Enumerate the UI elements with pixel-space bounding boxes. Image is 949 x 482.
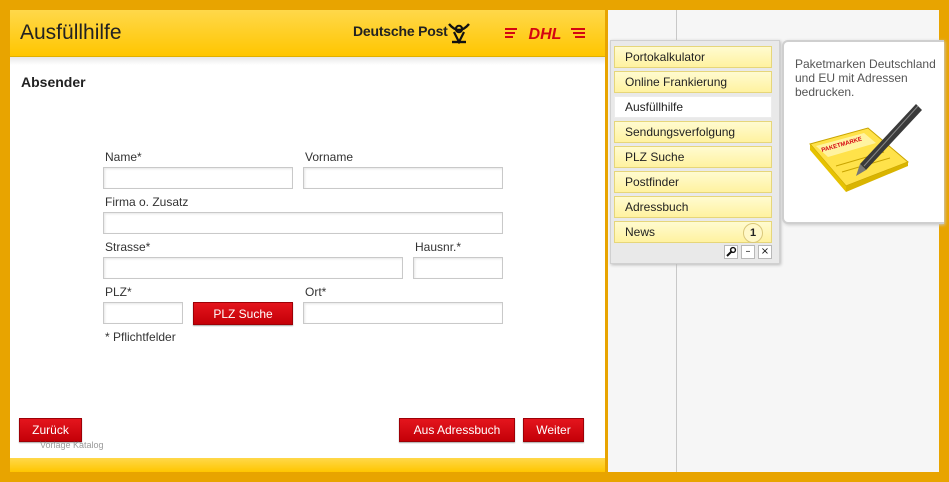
menu-item-sendungsverfolgung[interactable]: Sendungsverfolgung [614,121,772,143]
ort-input[interactable] [303,302,503,324]
header-shadow [10,57,605,65]
menu-item-postfinder[interactable]: Postfinder [614,171,772,193]
plz-search-button[interactable]: PLZ Suche [193,302,293,325]
main-panel: Ausfüllhilfe Deutsche Post DHL Absender … [10,10,605,472]
navigation-widget: Portokalkulator Online Frankierung Ausfü… [610,40,780,264]
plz-label: PLZ* [105,285,132,299]
menu-item-portokalkulator[interactable]: Portokalkulator [614,46,772,68]
page-title: Ausfüllhilfe [20,21,122,44]
dhl-logo: DHL [505,26,585,42]
menu-item-adressbuch[interactable]: Adressbuch [614,196,772,218]
firma-input[interactable] [103,212,503,234]
back-button[interactable]: Zurück [19,418,82,442]
ort-label: Ort* [305,285,327,299]
right-area: Portokalkulator Online Frankierung Ausfü… [608,10,944,472]
menu-item-online-frankierung[interactable]: Online Frankierung [614,71,772,93]
menu-item-label: Online Frankierung [625,75,728,89]
strasse-label: Strasse* [105,240,151,254]
news-count-badge: 1 [743,223,763,243]
menu-item-label: Portokalkulator [625,50,706,64]
address-book-button[interactable]: Aus Adressbuch [399,418,515,442]
strasse-input[interactable] [103,257,403,279]
header-bar: Ausfüllhilfe Deutsche Post DHL [10,10,605,57]
menu-item-ausfuellhilfe[interactable]: Ausfüllhilfe [614,96,772,118]
name-label: Name* [105,150,142,164]
menu-item-label: PLZ Suche [625,150,685,164]
minimize-icon: – [745,246,751,257]
firma-label: Firma o. Zusatz [105,195,189,209]
wrench-icon [726,246,737,257]
promo-text: Paketmarken Deutschland und EU mit Adres… [795,57,936,99]
hausnr-label: Hausnr.* [415,240,462,254]
menu-item-label: Postfinder [625,175,680,189]
paketmarke-promo-box[interactable]: Paketmarken Deutschland und EU mit Adres… [782,40,944,224]
name-input[interactable] [103,167,293,189]
posthorn-icon [448,23,470,44]
menu-item-label: Ausfüllhilfe [625,100,684,114]
hausnr-input[interactable] [413,257,503,279]
menu-item-label: Adressbuch [625,200,689,214]
close-button[interactable]: × [758,245,772,259]
vorname-input[interactable] [303,167,503,189]
settings-button[interactable] [724,245,738,259]
minimize-button[interactable]: – [741,245,755,259]
footer-stripe [10,458,605,472]
section-title-absender: Absender [21,74,86,90]
menu-item-news[interactable]: News 1 [614,221,772,243]
close-icon: × [760,246,770,257]
dhl-logo-text: DHL [529,26,562,42]
menu-item-plz-suche[interactable]: PLZ Suche [614,146,772,168]
deutsche-post-brand: Deutsche Post [353,23,448,39]
vorname-label: Vorname [305,150,354,164]
plz-input[interactable] [103,302,183,324]
menu-item-label: Sendungsverfolgung [625,125,736,139]
menu-item-label: News [625,225,656,239]
required-note: * Pflichtfelder [105,330,176,344]
paketmarke-pen-icon: PAKETMARKE [809,104,922,192]
next-button[interactable]: Weiter [523,418,584,442]
